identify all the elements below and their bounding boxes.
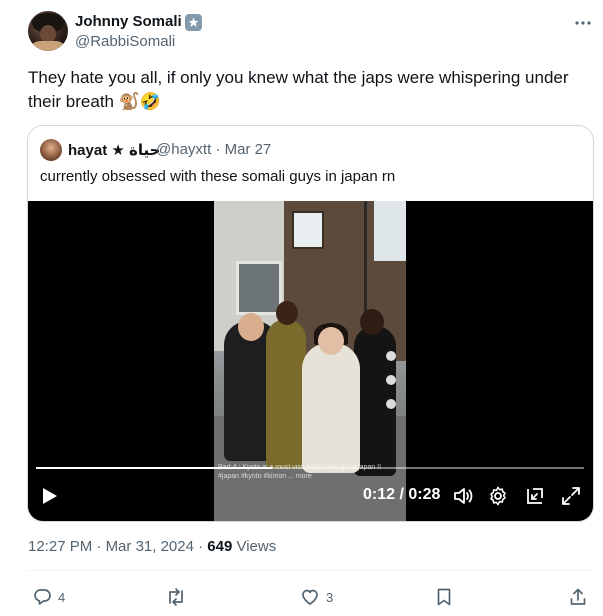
bookmark-button[interactable] [435, 586, 453, 608]
video-window-right [292, 211, 324, 249]
views-label: Views [232, 538, 277, 555]
tweet-time[interactable]: 12:27 PM [28, 538, 92, 555]
picture-in-picture-icon[interactable] [524, 485, 546, 507]
bookmark-icon [437, 588, 451, 606]
video-duration: 0:28 [408, 486, 441, 503]
video-person-4-head [360, 309, 384, 335]
video-sky [374, 201, 406, 261]
video-player[interactable]: Part 4 : Kyoto is a must visit if you ev… [28, 201, 593, 521]
tweet-date[interactable]: Mar 31, 2024 [106, 538, 194, 555]
tweet-text: They hate you all, if only you knew what… [28, 68, 569, 111]
video-embedded-caption: Part 4 : Kyoto is a must visit if you ev… [218, 464, 382, 480]
video-overlay-icons [384, 351, 398, 471]
quoted-author-avatar[interactable] [40, 139, 62, 161]
quoted-author-handle-date[interactable]: @hayxtt · Mar 27 [156, 141, 271, 158]
video-person-1-head [238, 313, 264, 341]
video-person-3-head [318, 327, 344, 355]
reply-button[interactable]: 4 [32, 586, 65, 608]
reply-icon [34, 589, 51, 605]
video-time-separator: / [395, 486, 409, 503]
author-name[interactable]: Johnny Somali [75, 13, 182, 30]
video-overlay-dot [386, 351, 396, 361]
video-overlay-dot [386, 399, 396, 409]
video-current-time: 0:12 [363, 486, 396, 503]
retweet-button[interactable] [165, 586, 193, 608]
meta-separator: · [193, 538, 208, 555]
views-count: 649 [207, 538, 233, 555]
video-progress-fill[interactable] [36, 467, 272, 469]
quoted-tweet-card[interactable]: hayat ★ حياة @hayxtt · Mar 27 currently … [27, 125, 594, 522]
video-overlay-dot [386, 375, 396, 385]
share-icon [570, 588, 586, 605]
quoted-tweet-text: currently obsessed with these somali guy… [40, 168, 396, 185]
tweet-meta: 12:27 PM · Mar 31, 2024 · 649 Views [28, 538, 276, 555]
like-button[interactable]: 3 [300, 586, 333, 608]
heart-icon [302, 589, 318, 605]
avatar-shirt [30, 41, 66, 51]
actions-divider [28, 570, 592, 571]
author-avatar[interactable] [28, 11, 68, 51]
video-window-left [236, 261, 282, 315]
volume-icon[interactable] [452, 485, 474, 507]
fullscreen-icon[interactable] [560, 485, 582, 507]
quoted-author-name[interactable]: hayat ★ حياة [68, 141, 160, 159]
video-time: 0:12 / 0:28 [363, 486, 440, 504]
more-options-icon[interactable] [570, 10, 596, 36]
video-person-2-head [276, 301, 298, 325]
retweet-icon [169, 588, 183, 606]
author-handle[interactable]: @RabbiSomali [75, 33, 175, 50]
play-icon[interactable] [42, 487, 58, 505]
meta-separator: · [92, 538, 106, 555]
video-frame: Part 4 : Kyoto is a must visit if you ev… [214, 201, 406, 521]
like-count: 3 [326, 589, 334, 605]
video-person-2 [266, 319, 306, 469]
reply-count: 4 [58, 589, 66, 605]
verified-badge-icon[interactable] [185, 14, 202, 31]
video-person-3 [302, 343, 360, 473]
settings-gear-icon[interactable] [487, 485, 509, 507]
share-button[interactable] [568, 586, 588, 608]
